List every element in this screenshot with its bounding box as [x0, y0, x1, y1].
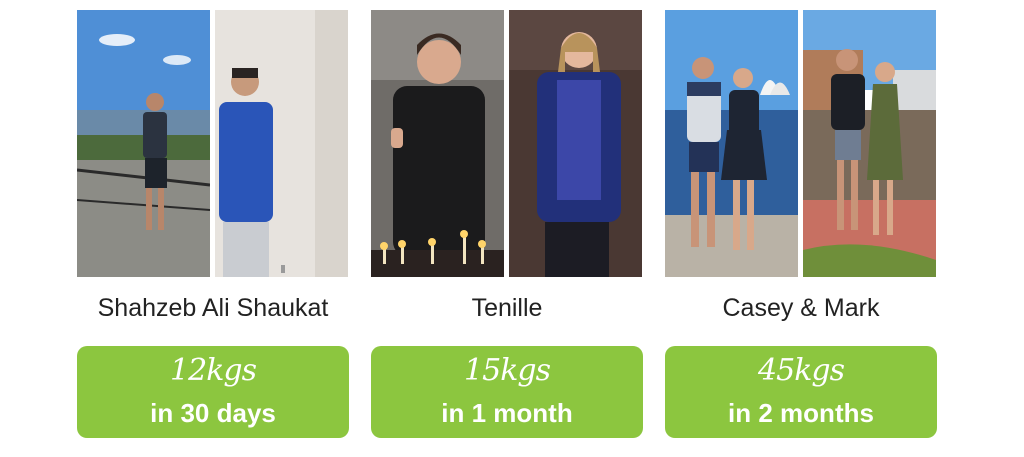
after-photo — [215, 10, 348, 277]
before-photo — [665, 10, 798, 277]
duration-text: in 1 month — [441, 398, 573, 428]
testimonial-name: Shahzeb Ali Shaukat — [97, 294, 329, 322]
testimonial-name: Tenille — [471, 294, 543, 322]
testimonial-card: Tenille 15kgs in 1 month — [371, 10, 643, 440]
weight-lost: 15kgs — [464, 353, 551, 388]
duration-text: in 2 months — [728, 398, 874, 428]
result-badge: 15kgs in 1 month — [371, 346, 643, 438]
testimonial-card: Shahzeb Ali Shaukat 12kgs in 30 days — [77, 10, 349, 440]
weight-lost: 12kgs — [170, 353, 257, 388]
testimonial-name: Casey & Mark — [722, 294, 880, 322]
before-photo — [77, 10, 210, 277]
result-badge: 12kgs in 30 days — [77, 346, 349, 438]
duration-text: in 30 days — [150, 398, 276, 428]
weight-lost: 45kgs — [758, 353, 845, 388]
after-photo — [509, 10, 642, 277]
after-photo — [803, 10, 936, 277]
testimonial-card: Casey & Mark 45kgs in 2 months — [665, 10, 937, 440]
result-badge: 45kgs in 2 months — [665, 346, 937, 438]
before-photo — [371, 10, 504, 277]
